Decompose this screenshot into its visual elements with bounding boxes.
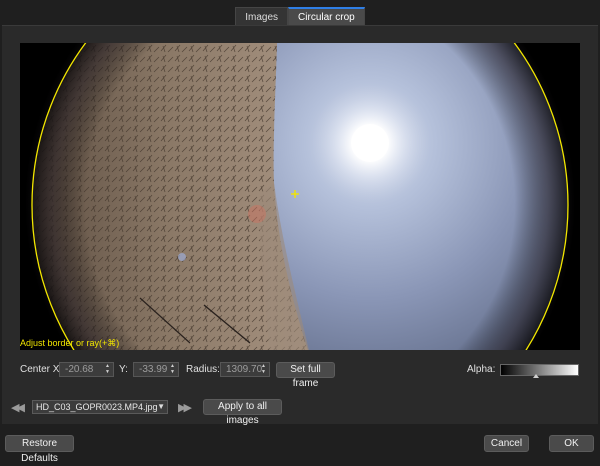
tab-images[interactable]: Images <box>235 7 289 26</box>
fast-forward-icon[interactable]: ▶▶ <box>178 401 192 414</box>
restore-defaults-button[interactable]: Restore Defaults <box>5 435 74 464</box>
y-value: -33.99 <box>139 364 168 375</box>
center-x-stepper-icon[interactable]: ▲ ▼ <box>103 363 112 376</box>
alpha-slider[interactable] <box>500 364 579 376</box>
center-x-field[interactable]: -20.68 ▲ ▼ <box>59 362 114 377</box>
center-x-value: -20.68 <box>65 364 94 375</box>
y-stepper-icon[interactable]: ▲ ▼ <box>168 363 177 376</box>
fisheye-preview[interactable]: Adjust border or ray(+⌘) <box>20 43 580 350</box>
y-label: Y: <box>119 364 128 375</box>
fisheye-image <box>20 43 580 350</box>
selected-file-value: HD_C03_GOPR0023.MP4.jpg <box>36 402 158 412</box>
ok-button[interactable]: OK <box>549 435 594 452</box>
set-full-frame-button[interactable]: Set full frame <box>276 362 335 389</box>
crop-controls: Center X: -20.68 ▲ ▼ Y: -33.99 ▲ ▼ Radius:… <box>20 362 580 389</box>
radius-label: Radius: <box>186 364 220 375</box>
tab-bar: Images Circular crop <box>0 7 600 26</box>
alpha-label: Alpha: <box>467 364 496 375</box>
alpha-slider-knob[interactable] <box>532 374 539 378</box>
radius-value: 1309.70 <box>226 364 263 375</box>
tab-circular-crop[interactable]: Circular crop <box>288 7 365 26</box>
cancel-button[interactable]: Cancel <box>484 435 529 452</box>
image-file-select[interactable]: HD_C03_GOPR0023.MP4.jpg ▼ <box>32 400 168 414</box>
center-x-label: Center X: <box>20 364 63 375</box>
y-field[interactable]: -33.99 ▲ ▼ <box>133 362 179 377</box>
chevron-down-icon: ▼ <box>157 402 165 411</box>
apply-to-all-images-button[interactable]: Apply to all images <box>203 399 282 426</box>
radius-stepper-icon[interactable]: ▲ ▼ <box>259 363 268 376</box>
radius-field[interactable]: 1309.70 ▲ ▼ <box>220 362 270 377</box>
adjust-border-hint: Adjust border or ray(+⌘) <box>20 338 120 348</box>
rewind-icon[interactable]: ◀◀ <box>11 401 25 414</box>
